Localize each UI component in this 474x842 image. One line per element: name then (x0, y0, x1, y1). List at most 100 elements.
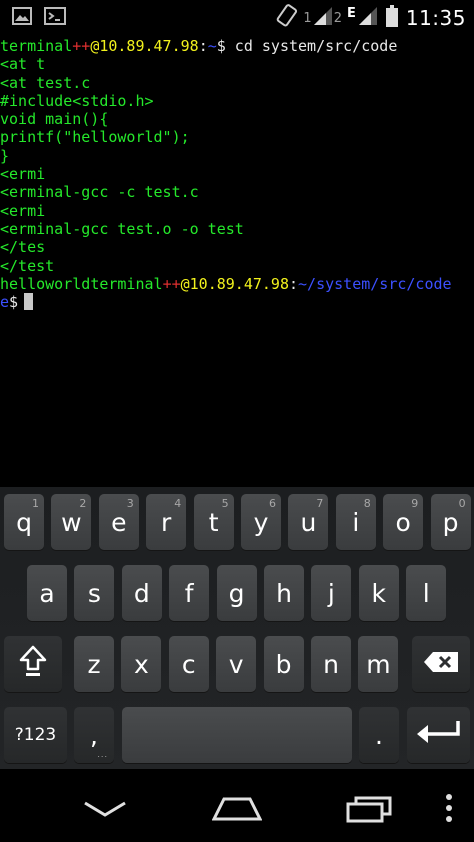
space-bar[interactable] (122, 707, 352, 763)
key-hint: 8 (363, 497, 371, 510)
key-g[interactable]: g (216, 565, 257, 621)
key-label: t (208, 507, 219, 537)
key-label: . (375, 720, 383, 750)
terminal-line: void main(){ (0, 110, 474, 128)
terminal-line: </test (0, 257, 474, 275)
key-label: p (442, 507, 459, 537)
enter-icon (416, 719, 462, 751)
terminal-text: : (198, 37, 208, 55)
terminal-line: e$ (0, 293, 474, 311)
key-label: r (161, 507, 172, 537)
signal-icon (358, 6, 378, 30)
terminal-text: } (0, 146, 10, 165)
terminal-text: printf("helloworld"); (0, 128, 190, 147)
key-h[interactable]: h (264, 565, 304, 621)
terminal-line: #include<stdio.h> (0, 92, 474, 110)
terminal-line: terminal++@10.89.47.98:~$ cd system/src/… (0, 37, 474, 55)
key-s[interactable]: s (74, 565, 115, 621)
enter-key[interactable] (407, 707, 470, 763)
key-d[interactable]: d (121, 565, 162, 621)
network-type-label: E (346, 5, 356, 21)
key-hint: 0 (458, 497, 466, 510)
key-r[interactable]: r4 (146, 494, 187, 550)
text-cursor (24, 293, 34, 311)
terminal-text: $ cd system/src/code (216, 37, 398, 55)
shift-icon (18, 644, 48, 684)
key-u[interactable]: u7 (288, 494, 329, 550)
terminal-output[interactable]: terminal++@10.89.47.98:~$ cd system/src/… (0, 37, 474, 311)
menu-dots-icon[interactable] (445, 793, 453, 827)
key-hint: 2 (79, 497, 87, 510)
key-label: f (184, 578, 194, 608)
key-a[interactable]: a (27, 565, 67, 621)
key-label: a (39, 578, 55, 608)
key-label: x (133, 649, 149, 679)
key-label: j (327, 578, 335, 608)
soft-keyboard: q 1 w 2 e 3 r 4 t 5 y 6 u 7 i 8 o 9 p 0 a s d f g h j k l z x c v b n m ?123… (0, 487, 474, 769)
key-label: w (61, 507, 82, 537)
key-c[interactable]: c (168, 636, 209, 692)
key-label: h (276, 578, 292, 608)
terminal-text: : (289, 274, 299, 293)
key-i[interactable]: i8 (335, 494, 376, 550)
terminal-text: e (0, 293, 10, 312)
image-icon (12, 7, 32, 29)
terminal-text: </tes (0, 238, 46, 257)
key-m[interactable]: m (358, 636, 399, 692)
shift-key[interactable] (4, 636, 62, 692)
key-f[interactable]: f (169, 565, 210, 621)
signal-icon (313, 6, 333, 30)
terminal-text: <at t (0, 55, 46, 74)
key-n[interactable]: n (311, 636, 351, 692)
recent-apps-icon[interactable] (346, 795, 392, 827)
key-p[interactable]: p0 (430, 494, 471, 550)
key-hint: 4 (174, 497, 182, 510)
key-w[interactable]: w2 (51, 494, 92, 550)
terminal-text: terminal (0, 37, 73, 55)
key-k[interactable]: k (358, 565, 399, 621)
key-j[interactable]: j (311, 565, 352, 621)
key-q[interactable]: q1 (4, 494, 44, 550)
terminal-app-icon (44, 7, 66, 29)
key-v[interactable]: v (216, 636, 257, 692)
symbols-key[interactable]: ?123 (4, 707, 67, 763)
terminal-line: <erminal-gcc -c test.c (0, 183, 474, 201)
key-e[interactable]: e3 (98, 494, 139, 550)
key-label: , (90, 720, 98, 750)
key-period[interactable]: . (359, 707, 399, 763)
terminal-line: </tes (0, 238, 474, 256)
key-comma[interactable]: ,... (74, 707, 114, 763)
key-label: g (228, 578, 245, 608)
key-label: d (133, 578, 150, 608)
key-b[interactable]: b (263, 636, 304, 692)
key-l[interactable]: l (406, 565, 447, 621)
key-hint: 9 (411, 497, 419, 510)
terminal-line: <at t (0, 55, 474, 73)
terminal-line: printf("helloworld"); (0, 128, 474, 146)
key-label: c (181, 649, 196, 679)
terminal-text: terminal (90, 274, 163, 293)
terminal-text: helloworld (0, 274, 91, 293)
back-chevron-icon[interactable] (82, 799, 128, 823)
key-label: i (352, 507, 360, 537)
key-label: b (275, 649, 292, 679)
backspace-key[interactable] (412, 636, 470, 692)
terminal-text: <ermi (0, 201, 46, 220)
navigation-bar (0, 769, 474, 842)
key-x[interactable]: x (121, 636, 162, 692)
home-icon[interactable] (211, 795, 263, 827)
terminal-text: #include<stdio.h> (0, 91, 154, 110)
terminal-line: <ermi (0, 165, 474, 183)
terminal-text: void main(){ (0, 110, 109, 129)
terminal-text: ~/system/src/code (298, 274, 452, 293)
key-label: e (111, 507, 127, 537)
key-o[interactable]: o9 (383, 494, 424, 550)
terminal-text: <at test.c (0, 73, 91, 92)
terminal-text: </test (0, 256, 55, 275)
status-bar: 1 2 E 11:35 (0, 0, 474, 36)
key-z[interactable]: z (74, 636, 114, 692)
key-t[interactable]: t5 (193, 494, 234, 550)
key-y[interactable]: y6 (241, 494, 281, 550)
key-label: s (87, 578, 101, 608)
rotate-phone-icon (276, 4, 298, 32)
